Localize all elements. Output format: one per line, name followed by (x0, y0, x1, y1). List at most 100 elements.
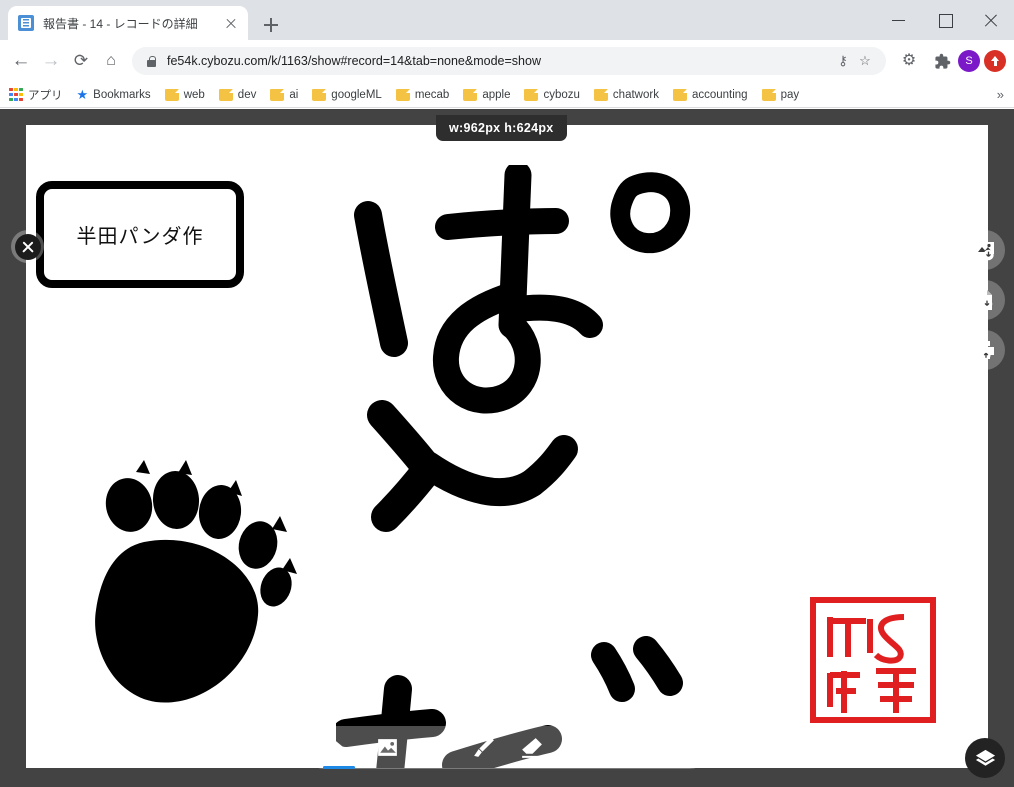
print-button[interactable] (965, 330, 1005, 370)
tab-close-icon[interactable] (222, 14, 240, 32)
profile-avatar[interactable]: S (954, 46, 984, 76)
folder-icon (218, 88, 233, 101)
kintone-favicon-icon (18, 15, 34, 31)
text-label-box[interactable]: 半田パンダ作 (36, 181, 244, 288)
bookmark-label: pay (780, 88, 800, 101)
bookmark-label: アプリ (28, 89, 63, 102)
bookmark-folder-mecab[interactable]: mecab (395, 88, 450, 101)
bookmark-label: accounting (691, 88, 748, 101)
address-bar[interactable]: fe54k.cybozu.com/k/1163/show#record=14&t… (132, 47, 886, 75)
bookmark-folder-web[interactable]: web (164, 88, 205, 101)
folder-icon (270, 88, 285, 101)
bookmark-folder-googleml[interactable]: googleML (312, 88, 382, 101)
folder-icon (672, 88, 687, 101)
layers-button[interactable] (965, 738, 1005, 778)
bookmark-label: cybozu (543, 88, 580, 101)
save-image-button[interactable] (965, 230, 1005, 270)
extensions-puzzle-icon[interactable] (924, 46, 954, 76)
bookmark-folder-dev[interactable]: dev (218, 88, 257, 101)
image-download-icon (976, 242, 994, 261)
password-key-icon[interactable]: ⚷ (832, 53, 854, 69)
folder-icon (463, 88, 478, 101)
update-arrow-icon (984, 50, 1006, 72)
text-label-content: 半田パンダ作 (76, 224, 204, 248)
side-toolbar (965, 230, 1005, 370)
reload-button[interactable]: ⟳ (66, 46, 96, 76)
select-move-tool[interactable] (317, 726, 361, 769)
bookmark-label: Bookmarks (93, 88, 151, 101)
folder-icon (395, 88, 410, 101)
file-download-icon (979, 290, 993, 310)
bookmark-item-apps[interactable]: アプリ (9, 87, 63, 103)
forward-button[interactable]: → (36, 46, 66, 76)
bookmark-label: web (183, 88, 205, 101)
bookmark-folder-cybozu[interactable]: cybozu (524, 88, 580, 101)
window-close-button[interactable] (968, 0, 1014, 40)
eraser-tool[interactable] (509, 726, 553, 769)
folder-icon (761, 88, 776, 101)
bookmark-folder-chatwork[interactable]: chatwork (593, 88, 659, 101)
question-mark-icon: ? (667, 734, 683, 760)
bookmark-label: mecab (414, 88, 450, 101)
tab-strip: 報告書 - 14 - レコードの詳細 (0, 0, 1014, 40)
navigation-toolbar: ← → ⟳ ⌂ fe54k.cybozu.com/k/1163/show#rec… (0, 40, 1014, 82)
drawing-toolbar: ? (303, 726, 711, 769)
browser-tab[interactable]: 報告書 - 14 - レコードの詳細 (8, 6, 248, 40)
close-icon (14, 233, 41, 260)
hand-icon (617, 737, 637, 759)
lock-icon (144, 54, 158, 68)
handwritten-panda-text (336, 165, 691, 768)
bookmark-label: dev (237, 88, 257, 101)
browser-window: 報告書 - 14 - レコードの詳細 ← → ⟳ ⌂ fe54k.cybozu.… (0, 0, 1014, 787)
image-tool[interactable] (365, 726, 409, 769)
bookmark-item-bookmarks[interactable]: ★ Bookmarks (77, 87, 151, 103)
drawing-canvas[interactable]: 半田パンダ作 (26, 125, 988, 768)
close-editor-button[interactable] (11, 230, 44, 263)
folder-icon (164, 88, 179, 101)
bookmark-label: ai (289, 88, 299, 101)
artwork-layer: 半田パンダ作 (26, 125, 988, 768)
bookmark-label: apple (482, 88, 511, 101)
bookmarks-bar: アプリ ★ Bookmarks web dev ai googleML meca… (0, 82, 1014, 108)
cursor-move-icon (330, 737, 345, 755)
bookmark-folder-ai[interactable]: ai (270, 88, 299, 101)
folder-icon (312, 88, 327, 101)
bookmark-label: googleML (331, 88, 382, 101)
text-icon (569, 738, 589, 757)
shapes-tool[interactable] (413, 726, 457, 769)
shapes-icon (425, 737, 445, 759)
bookmark-folder-accounting[interactable]: accounting (672, 88, 748, 101)
star-icon: ★ (76, 86, 89, 102)
avatar-letter: S (958, 50, 980, 72)
window-controls (876, 0, 1014, 40)
canvas-size-tooltip: w:962px h:624px (436, 115, 567, 141)
bookmark-folder-apple[interactable]: apple (463, 88, 511, 101)
address-bar-url: fe54k.cybozu.com/k/1163/show#record=14&t… (167, 54, 541, 68)
eraser-icon (521, 738, 542, 758)
bookmark-star-icon[interactable]: ☆ (854, 53, 876, 69)
hanko-seal-stamp (810, 597, 936, 723)
bookmarks-overflow-icon[interactable]: » (997, 87, 1004, 102)
save-file-button[interactable] (965, 280, 1005, 320)
text-tool[interactable] (557, 726, 601, 769)
printer-upload-icon (976, 341, 994, 360)
back-button[interactable]: ← (6, 46, 36, 76)
maximize-button[interactable] (922, 0, 968, 40)
layers-icon (975, 749, 995, 766)
help-tool[interactable]: ? (653, 726, 697, 769)
minimize-button[interactable] (876, 0, 922, 40)
image-icon (377, 739, 397, 756)
folder-icon (524, 88, 539, 101)
brush-icon (473, 737, 494, 757)
bookmark-folder-pay[interactable]: pay (761, 88, 800, 101)
tab-title: 報告書 - 14 - レコードの詳細 (43, 16, 198, 31)
image-editor-overlay: 半田パンダ作 w:962px h:624px ? (0, 109, 1014, 787)
new-tab-button[interactable] (258, 12, 284, 38)
update-button[interactable] (984, 46, 1014, 76)
bookmark-label: chatwork (612, 88, 659, 101)
folder-icon (593, 88, 608, 101)
hand-tool[interactable] (605, 726, 649, 769)
brush-tool[interactable] (461, 726, 505, 769)
home-button[interactable]: ⌂ (96, 46, 126, 76)
gear-icon[interactable]: ⚙ (894, 46, 924, 76)
